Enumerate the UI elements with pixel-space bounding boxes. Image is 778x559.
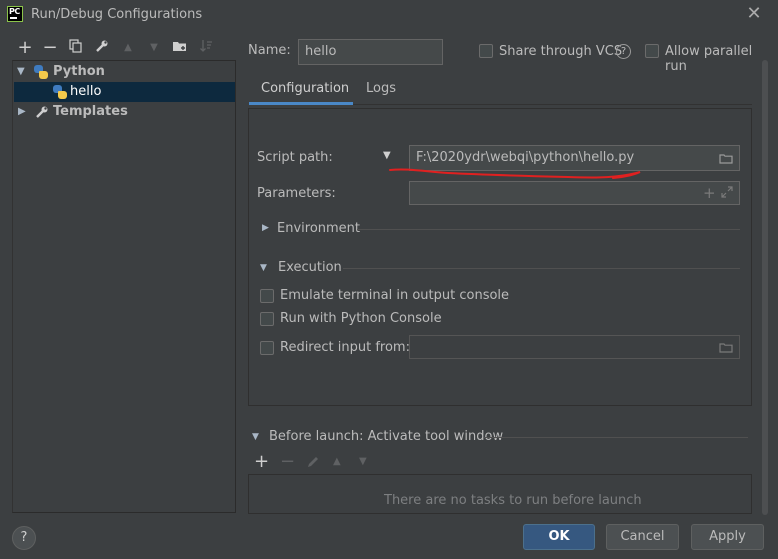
new-folder-icon[interactable] (170, 38, 190, 58)
move-task-up-icon[interactable]: ▲ (333, 456, 341, 467)
expand-arrow-icon[interactable]: ▼ (17, 62, 27, 82)
vertical-scrollbar[interactable] (762, 60, 768, 515)
emulate-terminal-checkbox[interactable] (260, 289, 274, 303)
execution-separator (343, 268, 740, 269)
tab-logs[interactable]: Logs (366, 81, 396, 96)
run-python-console-checkbox[interactable] (260, 312, 274, 326)
move-up-icon[interactable]: ▲ (118, 38, 138, 58)
cancel-button[interactable]: Cancel (606, 524, 679, 550)
before-launch-title[interactable]: Before launch: Activate tool window (269, 429, 503, 444)
tree-item-label: hello (70, 84, 102, 99)
browse-folder-icon[interactable] (719, 342, 733, 353)
empty-tasks-message: There are no tasks to run before launch (384, 493, 642, 508)
execution-collapse-icon[interactable]: ▼ (260, 263, 267, 273)
share-vcs-label: Share through VCS (499, 44, 623, 59)
tree-item-hello[interactable]: hello (14, 82, 235, 102)
share-vcs-checkbox[interactable] (479, 44, 493, 58)
before-launch-collapse-icon[interactable]: ▼ (252, 432, 259, 442)
parameters-label: Parameters: (257, 186, 336, 201)
redirect-input-field[interactable] (409, 335, 740, 359)
browse-folder-icon[interactable] (719, 153, 733, 164)
move-task-down-icon[interactable]: ▼ (359, 456, 367, 467)
environment-section-label[interactable]: Environment (277, 221, 360, 236)
tree-item-label: Templates (53, 104, 128, 119)
environment-expand-icon[interactable]: ▶ (262, 223, 269, 233)
python-icon (53, 85, 67, 99)
add-parameter-icon[interactable]: + (703, 184, 716, 202)
emulate-terminal-label: Emulate terminal in output console (280, 288, 510, 303)
name-input[interactable]: hello (298, 39, 443, 65)
script-path-value: F:\2020ydr\webqi\python\hello.py (416, 150, 635, 165)
script-type-dropdown-icon[interactable]: ▼ (383, 150, 391, 161)
edit-task-icon[interactable] (306, 455, 320, 473)
script-path-label: Script path: (257, 150, 333, 165)
add-icon[interactable]: + (15, 38, 35, 58)
active-tab-indicator (249, 102, 353, 105)
name-label: Name: (248, 43, 291, 58)
execution-section-label[interactable]: Execution (278, 260, 342, 275)
redirect-input-checkbox[interactable] (260, 341, 274, 355)
wrench-icon[interactable] (92, 38, 112, 58)
copy-icon[interactable] (66, 38, 86, 58)
help-icon[interactable]: ? (616, 44, 631, 59)
tree-item-label: Python (53, 64, 105, 79)
window-title: Run/Debug Configurations (31, 7, 203, 22)
expand-field-icon[interactable] (721, 186, 733, 202)
redirect-input-label: Redirect input from: (280, 340, 410, 355)
wrench-icon (35, 105, 49, 126)
allow-parallel-checkbox[interactable] (645, 44, 659, 58)
move-down-icon[interactable]: ▼ (144, 38, 164, 58)
parameters-input[interactable] (409, 181, 740, 205)
help-button[interactable]: ? (12, 526, 36, 550)
tab-configuration[interactable]: Configuration (261, 81, 349, 96)
environment-separator (357, 229, 740, 230)
sort-icon[interactable] (196, 38, 216, 58)
remove-icon[interactable]: − (40, 38, 60, 58)
configuration-tree: ▼ Python hello ▶ Templates (12, 60, 236, 513)
close-icon[interactable]: ✕ (744, 3, 764, 25)
run-python-console-label: Run with Python Console (280, 311, 442, 326)
before-launch-separator (484, 437, 748, 438)
apply-button[interactable]: Apply (691, 524, 764, 550)
remove-task-icon[interactable]: − (280, 451, 295, 472)
collapse-arrow-icon[interactable]: ▶ (18, 102, 28, 122)
python-icon (34, 65, 48, 79)
add-task-icon[interactable]: + (254, 451, 269, 472)
pycharm-logo-icon: PC (7, 6, 23, 22)
ok-button[interactable]: OK (523, 524, 595, 550)
tree-item-python[interactable]: ▼ Python (14, 62, 235, 82)
tree-item-templates[interactable]: ▶ Templates (14, 102, 235, 122)
